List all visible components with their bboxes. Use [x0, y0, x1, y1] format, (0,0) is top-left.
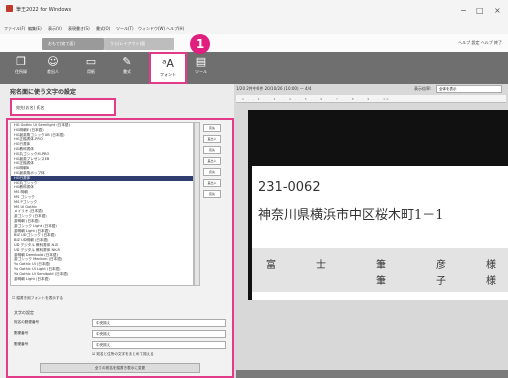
menu-view[interactable]: 表示(V) [48, 26, 62, 32]
tab-front[interactable]: おもて(宛て面) [42, 38, 104, 50]
name-char: 筆 [376, 260, 386, 271]
person-icon: ☺ [47, 55, 59, 68]
zoom-label: 表示倍率: [414, 86, 432, 91]
name-char: 富 [266, 260, 276, 271]
menu-style[interactable]: 表現書き(S) [68, 26, 90, 32]
postal-code: 231-0062 [258, 180, 321, 195]
target-select[interactable]: 宛先(お名) 氏名 [10, 98, 116, 116]
font-button[interactable]: ᵃA フォント [149, 52, 187, 84]
prop-select-1[interactable]: 中央揃え [92, 319, 226, 327]
side-button[interactable]: 宛先 [203, 124, 221, 132]
name-char: 士 [316, 260, 326, 271]
side-button[interactable]: 宛先 [203, 168, 221, 176]
menu-file[interactable]: ファイル(F) [4, 26, 25, 32]
app-icon [6, 5, 13, 12]
book-icon: ❐ [16, 55, 26, 68]
prop-select-2[interactable]: 中央揃え [92, 330, 226, 338]
name-char: 様 [486, 260, 496, 271]
vertical-font-checkbox[interactable]: ☐ 縦書き用フォントを表示する [12, 296, 63, 301]
ribbon-toolbar [0, 52, 508, 84]
apply-vertical-button[interactable]: 全ての宛名を縦書き表示に変更 [40, 363, 200, 373]
side-button[interactable]: 差出人 [203, 135, 221, 143]
side-button[interactable]: 宛先 [203, 190, 221, 198]
prop-select-3[interactable]: 中央揃え [92, 341, 226, 349]
sender-button[interactable]: ☺ 差出人 [40, 55, 66, 81]
format-button[interactable]: ✎ 書式 [114, 55, 140, 81]
panel-title: 宛名面に使う文字の設定 [10, 89, 77, 96]
font-icon: ᵃA [162, 57, 174, 70]
menu-tools[interactable]: ツール(T) [116, 26, 134, 32]
name-char: 様 [486, 276, 496, 287]
prop-label-3: 郵便番号 [14, 342, 29, 346]
tab-back[interactable]: うら(レイアウト)面 [104, 38, 174, 50]
prop-label-2: 郵便番号 [14, 331, 29, 335]
prop-label-1: 宛名の郵便番号 [14, 320, 40, 324]
status-bar [236, 370, 508, 378]
step-badge-1: 1 [190, 34, 210, 54]
font-list-item[interactable]: 游明朝 Light (日本語) [11, 277, 193, 282]
name-char: 子 [436, 276, 446, 287]
address-book-button[interactable]: ❐ 住所録 [8, 55, 34, 81]
header-links[interactable]: ヘルプ 設定 ヘルプ 終了 [458, 40, 502, 46]
section-title: 文字の設定 [14, 310, 34, 315]
title-bar [0, 0, 508, 24]
format-icon: ✎ [122, 55, 132, 68]
font-list-scrollbar[interactable] [194, 122, 200, 286]
align-checkbox[interactable]: ☑ 宛名と住所の文字をまとめて揃える [92, 352, 154, 357]
name-char: 筆 [376, 276, 386, 287]
menu-edit[interactable]: 編集(E) [28, 26, 42, 32]
menu-window[interactable]: ウィンドウ(W) [138, 26, 165, 32]
side-button[interactable]: 差出人 [203, 179, 221, 187]
side-button[interactable]: 宛先 [203, 146, 221, 154]
paper-button[interactable]: ▭ 用紙 [78, 55, 104, 81]
name-char: 彦 [436, 260, 446, 271]
tools-button[interactable]: ▤ ツール [188, 55, 214, 81]
font-list[interactable]: HG Gothic UI Semilight (日本語) HG明朝E (日本語) H… [10, 122, 194, 286]
card-icon: ▭ [85, 55, 97, 68]
menu-format[interactable]: 書式(O) [96, 26, 110, 32]
close-button[interactable]: × [494, 6, 501, 15]
window-title: 筆王2022 for Windows [16, 7, 72, 13]
preview-info: 1/20 2件中0件 20/10/26 (10:00) — 4/4 [236, 86, 312, 91]
grid-icon: ▤ [195, 55, 207, 68]
address-text: 神奈川県横浜市中区桜木町1－1 [258, 208, 444, 223]
ruler: 1 · · 2 · · 3 · · 4 · · 5 · · 6 · · 7 · … [236, 95, 506, 103]
menu-help[interactable]: ヘルプ(H) [166, 26, 184, 32]
maximize-button[interactable]: □ [476, 6, 484, 15]
zoom-select[interactable]: 全体を表示 [436, 85, 502, 93]
side-button[interactable]: 差出人 [203, 157, 221, 165]
minimize-button[interactable]: − [460, 6, 467, 15]
